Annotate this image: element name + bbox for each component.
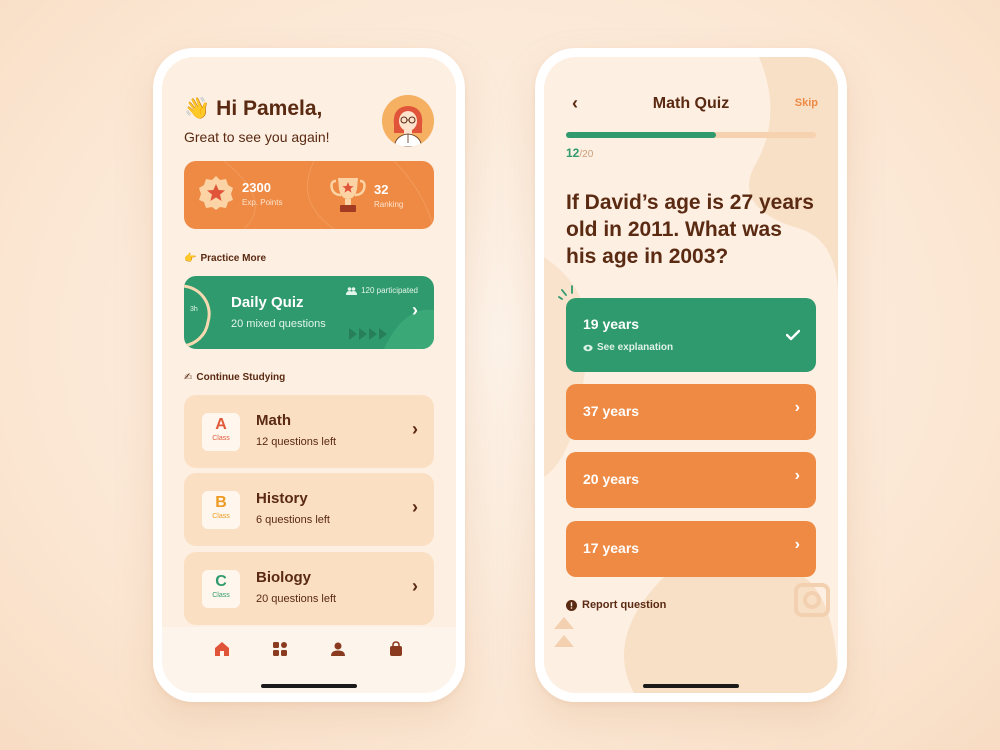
home-phone: 👋 Hi Pamela, Great to see you again! 230… [153,48,465,702]
class-badge: A Class [202,413,240,451]
progress-total: /20 [579,149,594,160]
home-indicator [261,684,357,688]
answer-label: 17 years [583,540,640,556]
quiz-phone: ‹ Math Quiz Skip 12/20 If David’s age is… [535,48,847,702]
progress-fill [566,132,716,138]
report-question-label: Report question [582,599,667,611]
avatar[interactable] [382,95,434,147]
course-remaining: 6 questions left [256,514,330,526]
avatar-illustration-icon [382,95,434,147]
class-badge: C Class [202,570,240,608]
pointing-hand-icon: 👉 [184,253,197,264]
ranking-value: 32 [374,181,389,197]
course-card-biology[interactable]: C Class Biology 20 questions left › [184,552,434,625]
alert-icon [566,599,577,611]
class-letter: C [215,573,227,590]
points-label: Exp. Points [242,197,283,207]
skip-button[interactable]: Skip [795,97,818,109]
chevron-right-icon: › [412,419,418,439]
continue-studying-heading: ✍ Continue Studying [184,372,285,383]
tab-profile[interactable] [330,641,346,657]
tab-shop[interactable] [388,641,404,657]
see-explanation-link[interactable]: See explanation [583,342,673,353]
see-explanation-label: See explanation [597,342,674,353]
points-value: 2300 [242,179,271,195]
chevron-right-icon: › [794,399,800,416]
checkmark-icon [786,329,800,341]
chevron-right-icon: › [412,300,418,320]
participants: 120 participated [346,286,418,295]
answer-label: 20 years [583,471,640,487]
question-text: If David’s age is 27 years old in 2011. … [566,191,814,268]
home-icon [215,642,229,656]
trophy-icon [330,178,366,212]
ranking-label: Ranking [374,199,404,209]
ranking-stat: 32 Ranking [330,175,403,215]
daily-quiz-title: Daily Quiz [231,294,304,311]
daily-quiz-card[interactable]: 3h 120 participated Daily Quiz 20 mixed … [184,276,434,349]
star-badge-icon [199,176,233,210]
answer-option-correct[interactable]: 19 years See explanation [566,298,816,372]
class-letter: A [215,416,227,433]
stats-card[interactable]: 2300 Exp. Points 32 Ranking [184,161,434,229]
profile-icon [331,642,345,656]
greeting-subtitle: Great to see you again! [184,129,330,145]
quiz-header: ‹ Math Quiz Skip [544,93,838,115]
daily-quiz-timer: 3h [190,306,198,313]
tab-home[interactable] [214,641,230,657]
writing-hand-icon: ✍ [184,372,193,383]
progress-current: 12 [566,146,580,160]
answer-label: 19 years [583,316,640,332]
home-screen: 👋 Hi Pamela, Great to see you again! 230… [162,57,456,693]
course-name: History [256,490,308,507]
course-card-math[interactable]: A Class Math 12 questions left › [184,395,434,468]
progress-bar [566,132,816,138]
course-card-history[interactable]: B Class History 6 questions left › [184,473,434,546]
progress-counter: 12/20 [566,146,593,160]
home-indicator [643,684,739,688]
course-name: Math [256,412,291,429]
chevron-right-icon: › [794,467,800,484]
class-label: Class [212,592,230,599]
people-icon [346,286,358,295]
answer-option[interactable]: 17 years › [566,521,816,577]
report-question-link[interactable]: Report question [566,599,666,611]
class-label: Class [212,513,230,520]
answer-label: 37 years [583,403,640,419]
grid-icon [273,642,287,656]
class-badge: B Class [202,491,240,529]
participants-count: 120 participated [361,286,418,295]
answer-option[interactable]: 20 years › [566,452,816,508]
eye-icon [583,344,593,351]
practice-more-heading: 👉 Practice More [184,253,266,264]
quiz-screen: ‹ Math Quiz Skip 12/20 If David’s age is… [544,57,838,693]
daily-quiz-subtitle: 20 mixed questions [231,318,326,330]
points-stat: 2300 Exp. Points [198,175,282,211]
continue-studying-label: Continue Studying [196,372,286,383]
chevron-right-icon: › [794,536,800,553]
practice-more-label: Practice More [200,253,267,264]
tab-categories[interactable] [272,641,288,657]
greeting-text: Hi Pamela, [216,97,323,120]
course-remaining: 12 questions left [256,436,337,448]
course-name: Biology [256,569,311,586]
chevron-right-icon: › [412,497,418,517]
class-label: Class [212,435,230,442]
chevron-right-icon: › [412,576,418,596]
wave-icon: 👋 [184,97,211,120]
answer-option[interactable]: 37 years › [566,384,816,440]
course-remaining: 20 questions left [256,593,337,605]
bag-icon [390,641,402,656]
class-letter: B [215,494,227,511]
greeting-title: 👋 Hi Pamela, [184,97,322,121]
